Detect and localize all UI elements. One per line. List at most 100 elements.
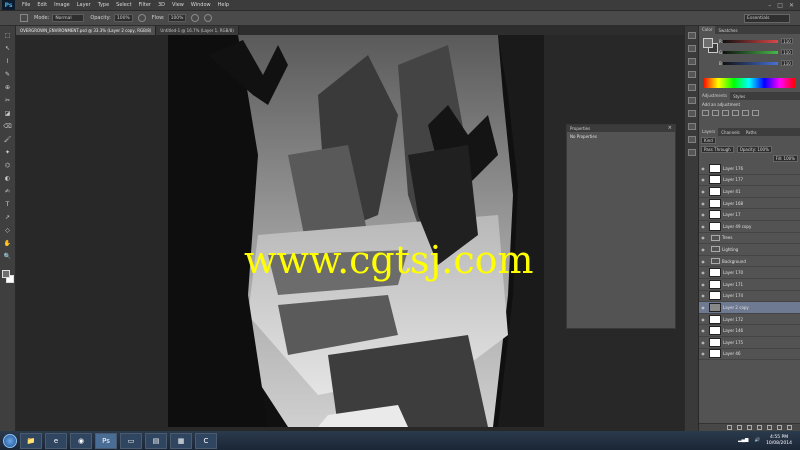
layer-row[interactable]: ◉ Layer 170 — [699, 267, 800, 279]
tool-button-17[interactable]: 🔍 — [3, 253, 12, 261]
menu-window[interactable]: Window — [191, 2, 211, 8]
tool-button-12[interactable]: ✍ — [3, 188, 12, 196]
tab-adjustments[interactable]: Adjustments — [699, 92, 731, 100]
volume-icon[interactable]: 🔊 — [754, 438, 760, 443]
menu-filter[interactable]: Filter — [139, 2, 151, 8]
visibility-eye-icon[interactable]: ◉ — [699, 317, 707, 322]
workspace-select[interactable]: Essentials — [744, 14, 790, 23]
layer-blend-mode[interactable]: Pass Through — [701, 146, 734, 153]
document-canvas[interactable] — [168, 35, 544, 427]
layer-row[interactable]: ◉ Layer 41 — [699, 186, 800, 198]
taskbar-app-button[interactable]: ▦ — [170, 432, 192, 449]
visibility-eye-icon[interactable]: ◉ — [699, 328, 707, 333]
tab-swatches[interactable]: Swatches — [715, 28, 740, 33]
pressure-size-icon[interactable] — [204, 14, 213, 22]
visibility-eye-icon[interactable]: ◉ — [699, 259, 707, 264]
visibility-eye-icon[interactable]: ◉ — [699, 166, 707, 171]
menu-select[interactable]: Select — [116, 2, 131, 8]
visibility-eye-icon[interactable]: ◉ — [699, 340, 707, 345]
visibility-eye-icon[interactable]: ◉ — [699, 224, 707, 229]
collapsed-panel-icon[interactable] — [688, 97, 696, 104]
color-slider-value[interactable]: 110 — [781, 49, 793, 55]
brightness-icon[interactable] — [702, 110, 709, 116]
collapsed-panel-icon[interactable] — [688, 149, 696, 156]
layer-fill[interactable]: Fill: 100% — [772, 155, 798, 162]
tab-color[interactable]: Color — [699, 26, 716, 34]
visibility-eye-icon[interactable]: ◉ — [699, 305, 707, 310]
taskbar-app-button[interactable]: ▤ — [145, 432, 167, 449]
layer-row[interactable]: ◉ Layer 2 copy — [699, 302, 800, 314]
brush-preset-icon[interactable] — [20, 14, 28, 22]
tool-button-4[interactable]: ⊕ — [3, 84, 12, 92]
layer-row[interactable]: ◉ Layer 175 — [699, 337, 800, 349]
tool-button-16[interactable]: ✋ — [3, 240, 12, 248]
collapsed-panel-icon[interactable] — [688, 84, 696, 91]
collapsed-panel-icon[interactable] — [688, 123, 696, 130]
start-button[interactable] — [3, 433, 17, 448]
menu-file[interactable]: File — [22, 2, 30, 8]
visibility-eye-icon[interactable]: ◉ — [699, 293, 707, 298]
new-group-icon[interactable] — [767, 425, 772, 430]
mask-icon[interactable] — [747, 425, 752, 430]
taskbar-app-button[interactable]: 📁 — [20, 432, 42, 449]
tool-button-10[interactable]: ⌬ — [3, 162, 12, 170]
taskbar-app-button[interactable]: Ps — [95, 432, 117, 449]
pressure-opacity-icon[interactable] — [137, 14, 146, 22]
menu-type[interactable]: Type — [98, 2, 109, 8]
color-slider[interactable] — [723, 40, 778, 43]
tool-button-3[interactable]: ✎ — [3, 71, 12, 79]
fx-icon[interactable] — [737, 425, 742, 430]
layer-row[interactable]: ◉ Layer 172 — [699, 314, 800, 326]
layer-row[interactable]: ◉ Layer 168 — [699, 198, 800, 210]
collapsed-panel-icon[interactable] — [688, 71, 696, 78]
color-slider[interactable] — [723, 62, 778, 65]
tab-paths[interactable]: Paths — [743, 130, 760, 135]
layer-row[interactable]: ◉ Layer 174 — [699, 291, 800, 303]
menu-3d[interactable]: 3D — [158, 2, 165, 8]
hue-icon[interactable] — [752, 110, 759, 116]
layer-opacity[interactable]: Opacity: 100% — [736, 146, 772, 153]
collapsed-panel-icon[interactable] — [688, 58, 696, 65]
menu-view[interactable]: View — [172, 2, 184, 8]
visibility-eye-icon[interactable]: ◉ — [699, 351, 707, 356]
color-slider[interactable] — [723, 51, 778, 54]
network-icon[interactable]: ▂▄▆ — [738, 438, 748, 443]
taskbar-app-button[interactable]: ▭ — [120, 432, 142, 449]
layer-row[interactable]: ◉ Layer 177 — [699, 175, 800, 187]
visibility-eye-icon[interactable]: ◉ — [699, 247, 707, 252]
foreground-color-swatch[interactable] — [703, 38, 713, 48]
trash-icon[interactable] — [787, 425, 792, 430]
layer-row[interactable]: ◉ Layer 46 — [699, 349, 800, 361]
minimize-button[interactable]: – — [768, 2, 771, 9]
taskbar-app-button[interactable]: C — [195, 432, 217, 449]
visibility-eye-icon[interactable]: ◉ — [699, 201, 707, 206]
vibrance-icon[interactable] — [742, 110, 749, 116]
layer-group-row[interactable]: ◉ Background — [699, 256, 800, 268]
collapsed-panel-icon[interactable] — [688, 32, 696, 39]
visibility-eye-icon[interactable]: ◉ — [699, 212, 707, 217]
levels-icon[interactable] — [712, 110, 719, 116]
color-slider-value[interactable]: 110 — [781, 38, 793, 44]
menu-layer[interactable]: Layer — [77, 2, 91, 8]
collapsed-panel-icon[interactable] — [688, 110, 696, 117]
airbrush-icon[interactable] — [191, 14, 200, 22]
menu-help[interactable]: Help — [218, 2, 229, 8]
taskbar-app-button[interactable]: ◉ — [70, 432, 92, 449]
tool-button-0[interactable]: ⬚ — [3, 32, 12, 40]
layer-row[interactable]: ◉ Layer 17 — [699, 209, 800, 221]
toolbox-foreground-swatch[interactable] — [2, 270, 10, 278]
visibility-eye-icon[interactable]: ◉ — [699, 177, 707, 182]
tab-channels[interactable]: Channels — [718, 130, 743, 135]
new-layer-icon[interactable] — [777, 425, 782, 430]
layer-kind-filter[interactable]: Kind — [701, 137, 716, 144]
collapsed-panel-icon[interactable] — [688, 136, 696, 143]
layer-row[interactable]: ◉ Layer 146 — [699, 325, 800, 337]
layer-row[interactable]: ◉ Layer 49 copy — [699, 221, 800, 233]
opacity-field[interactable]: 100% — [113, 14, 133, 22]
visibility-eye-icon[interactable]: ◉ — [699, 282, 707, 287]
tool-button-15[interactable]: ◇ — [3, 227, 12, 235]
tool-button-6[interactable]: ◪ — [3, 110, 12, 118]
properties-close-button[interactable]: × — [668, 125, 672, 132]
menu-edit[interactable]: Edit — [37, 2, 47, 8]
link-layers-icon[interactable] — [727, 425, 732, 430]
